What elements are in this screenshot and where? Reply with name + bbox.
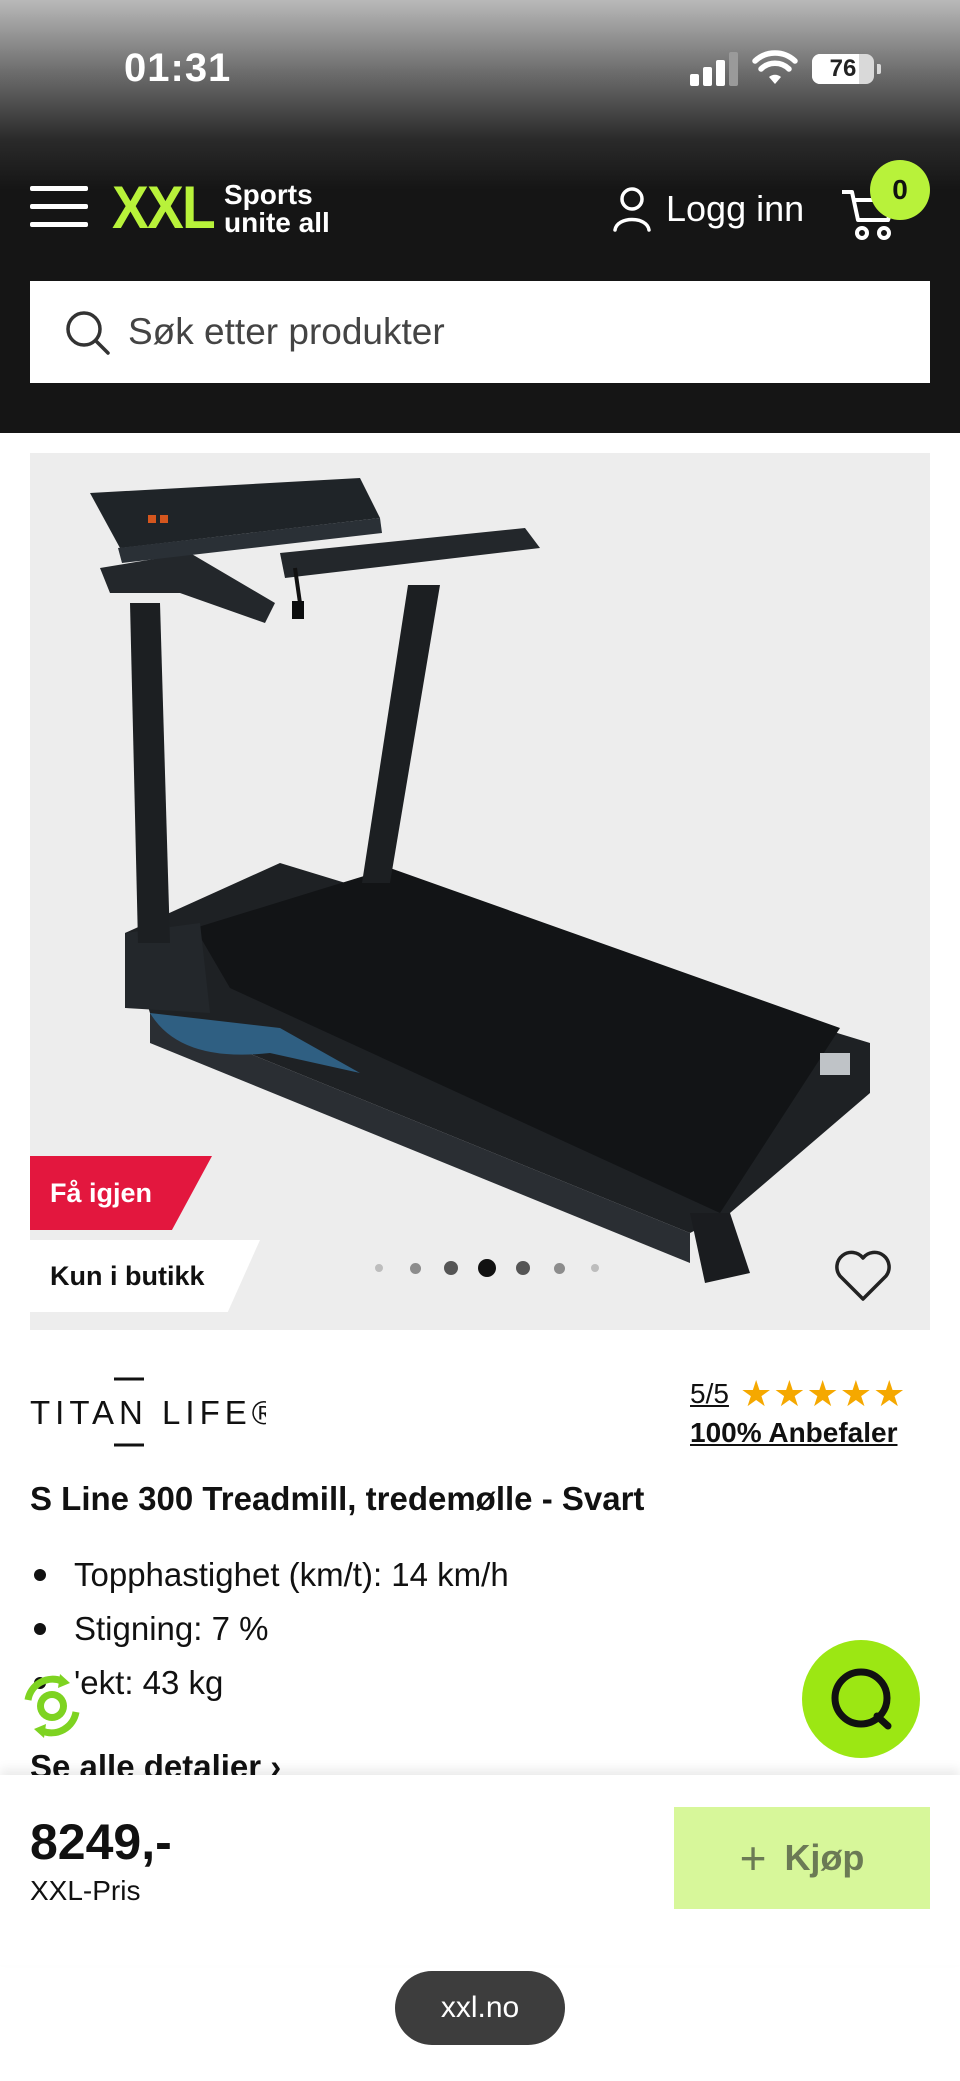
price: 8249,- xyxy=(30,1814,172,1870)
chat-icon xyxy=(831,1668,892,1730)
purchase-bar: 8249,- XXL-Pris + Kjøp xyxy=(0,1775,960,1965)
price-label: XXL-Pris xyxy=(30,1875,141,1906)
recycle-icon[interactable] xyxy=(16,1670,88,1742)
buy-button[interactable]: + Kjøp xyxy=(674,1807,930,1909)
wifi-icon xyxy=(752,50,798,84)
buy-label: Kjøp xyxy=(784,1837,865,1878)
app-header: 01:31 76 XXL Sports unite all Logg inn 0 xyxy=(0,0,960,433)
spec-item: 'ekt: 43 kg xyxy=(30,1661,509,1715)
slide-dot[interactable] xyxy=(375,1264,383,1272)
slide-dot[interactable] xyxy=(478,1259,496,1277)
product-gallery[interactable]: Få igjen Kun i butikk xyxy=(30,453,930,1330)
star-icon: ★ xyxy=(806,1373,839,1414)
battery-percent: 76 xyxy=(829,55,857,82)
spec-list: Topphastighet (km/t): 14 km/h Stigning: … xyxy=(30,1553,509,1715)
menu-icon[interactable] xyxy=(30,186,88,228)
slide-dot[interactable] xyxy=(444,1261,458,1275)
slide-dot[interactable] xyxy=(516,1261,530,1275)
star-icon: ★ xyxy=(873,1373,906,1414)
search-input[interactable]: Søk etter produkter xyxy=(30,281,930,383)
plus-icon: + xyxy=(739,1832,767,1884)
rating-score: 5/5 xyxy=(690,1378,729,1409)
slide-indicator[interactable] xyxy=(370,1259,630,1281)
star-icon: ★ xyxy=(839,1373,873,1414)
slide-dot[interactable] xyxy=(591,1264,599,1272)
status-time: 01:31 xyxy=(124,46,232,90)
star-icon: ★ xyxy=(739,1373,773,1414)
search-placeholder: Søk etter produkter xyxy=(128,311,445,352)
login-label: Logg inn xyxy=(666,188,805,229)
brand-name: TITAN LIFE® xyxy=(30,1394,266,1431)
logo-text: XXL xyxy=(112,174,216,241)
chat-button[interactable] xyxy=(802,1640,920,1758)
recommend-link[interactable]: 100% Anbefaler xyxy=(690,1417,898,1449)
user-icon xyxy=(613,187,651,232)
slide-dot[interactable] xyxy=(553,1262,565,1274)
badge-store-only: Kun i butikk xyxy=(30,1240,260,1312)
signal-icon xyxy=(690,52,738,86)
spec-item: Topphastighet (km/t): 14 km/h xyxy=(30,1553,509,1607)
browser-url[interactable]: xxl.no xyxy=(395,1971,565,2045)
login-button[interactable]: Logg inn xyxy=(612,184,804,234)
battery-indicator: 76 xyxy=(812,54,881,84)
product-rating[interactable]: 5/5 ★ ★ ★ ★ ★ xyxy=(690,1374,905,1414)
slide-dot[interactable] xyxy=(409,1262,421,1274)
spec-item: Stigning: 7 % xyxy=(30,1607,509,1661)
search-icon xyxy=(66,311,110,355)
star-icon: ★ xyxy=(773,1373,806,1414)
logo-tagline: Sports unite all xyxy=(224,179,330,238)
cart-count-badge[interactable]: 0 xyxy=(870,160,930,220)
product-title: S Line 300 Treadmill, tredemølle - Svart xyxy=(30,1480,645,1517)
rating-stars: ★ ★ ★ ★ ★ xyxy=(739,1376,905,1412)
brand-logo[interactable]: TITAN LIFE® xyxy=(30,1376,266,1448)
heart-icon[interactable] xyxy=(832,1247,894,1303)
